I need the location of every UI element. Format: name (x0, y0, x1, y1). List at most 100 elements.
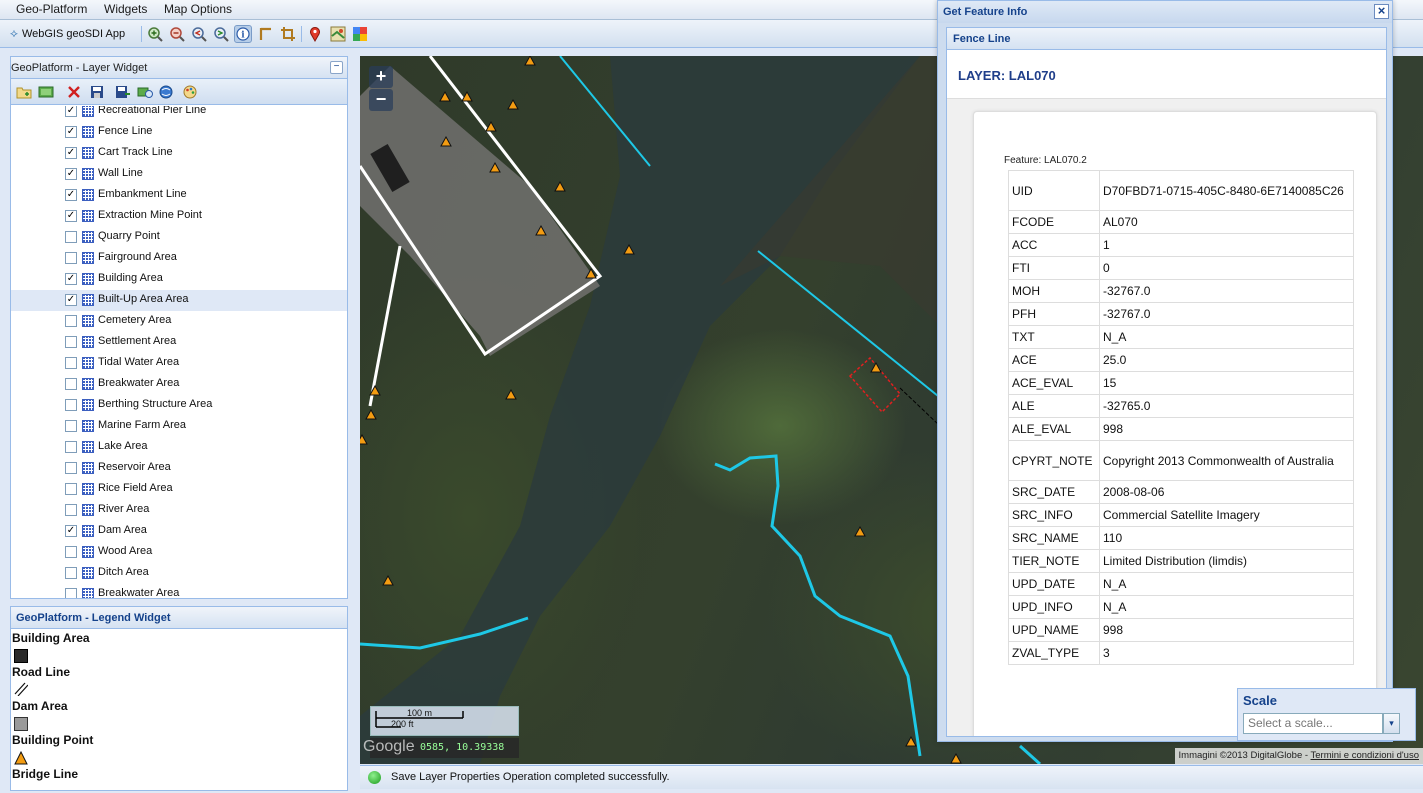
attribute-name: ACE_EVAL (1008, 371, 1100, 395)
layer-checkbox[interactable]: ✓ (65, 189, 77, 201)
app-title-label: WebGIS geoSDI App (21, 27, 126, 40)
river-line (714, 454, 922, 757)
menu-widgets[interactable]: Widgets (104, 2, 147, 16)
feature-info-scroll-area[interactable]: Feature: LAL070.2 UID D70FBD71-0715-405C-… (947, 98, 1386, 736)
layer-checkbox[interactable]: ✓ (65, 106, 77, 117)
layer-list[interactable]: ✓ Recreational Pier Line ✓ Fence Line ✓ Cart … (11, 106, 347, 598)
save-icon[interactable] (89, 84, 105, 100)
table-row: ACE 25.0 (1008, 348, 1354, 372)
info-icon[interactable]: i (234, 25, 252, 43)
attribute-value: 998 (1099, 618, 1354, 642)
zoom-in-icon[interactable] (146, 25, 164, 43)
layer-icon (82, 441, 94, 453)
layer-row[interactable]: ✓ Fence Line (11, 122, 347, 143)
wms-icon[interactable] (159, 84, 175, 100)
layer-row[interactable]: ✓ Extraction Mine Point (11, 206, 347, 227)
layer-row[interactable]: ✓ Embankment Line (11, 185, 347, 206)
layer-row[interactable]: ✓ Built-Up Area Area (11, 290, 347, 311)
layer-checkbox[interactable]: ✓ (65, 126, 77, 138)
layer-row[interactable]: Fairground Area (11, 248, 347, 269)
layer-row[interactable]: Lake Area (11, 437, 347, 458)
table-row: ACE_EVAL 15 (1008, 371, 1354, 395)
legend-double-line-icon (14, 682, 28, 696)
layer-checkbox[interactable] (65, 315, 77, 327)
layer-row[interactable]: Marine Farm Area (11, 416, 347, 437)
layer-checkbox[interactable]: ✓ (65, 294, 77, 306)
layer-row[interactable]: Reservoir Area (11, 458, 347, 479)
google-icon[interactable] (351, 25, 369, 43)
attribute-value: Limited Distribution (limdis) (1099, 549, 1354, 573)
layer-row[interactable]: ✓ Recreational Pier Line (11, 106, 347, 122)
app-title[interactable]: ⟡ WebGIS geoSDI App (10, 26, 125, 41)
layer-checkbox[interactable] (65, 252, 77, 264)
layer-row[interactable]: ✓ Cart Track Line (11, 143, 347, 164)
layer-icon (82, 252, 94, 264)
layer-row[interactable]: Rice Field Area (11, 479, 347, 500)
zoom-out-button[interactable]: − (369, 89, 393, 111)
layer-checkbox[interactable] (65, 336, 77, 348)
add-folder-icon[interactable] (16, 84, 32, 100)
layer-checkbox[interactable] (65, 378, 77, 390)
layer-checkbox[interactable] (65, 483, 77, 495)
toolbar-separator (141, 26, 142, 42)
layer-checkbox[interactable] (65, 420, 77, 432)
delete-icon[interactable] (66, 84, 82, 100)
layer-label: Settlement Area (98, 335, 177, 347)
terms-link[interactable]: Termini e condizioni d'uso (1311, 750, 1419, 761)
table-row: UPD_INFO N_A (1008, 595, 1354, 619)
boundary-line (368, 245, 402, 407)
layer-checkbox[interactable]: ✓ (65, 273, 77, 285)
zoom-previous-icon[interactable] (190, 25, 208, 43)
layer-row[interactable]: Breakwater Area (11, 584, 347, 598)
attribute-name: SRC_DATE (1008, 480, 1100, 504)
layer-row[interactable]: Tidal Water Area (11, 353, 347, 374)
crop-icon[interactable] (279, 25, 297, 43)
layer-row[interactable]: Breakwater Area (11, 374, 347, 395)
add-layer-icon[interactable] (38, 84, 54, 100)
attribute-value: 3 (1099, 641, 1354, 665)
layer-checkbox[interactable] (65, 399, 77, 411)
attribute-name: PFH (1008, 302, 1100, 326)
tab-fence-line[interactable]: Fence Line (947, 28, 1386, 50)
map-icon[interactable] (329, 25, 347, 43)
zoom-in-button[interactable]: + (369, 66, 393, 88)
layer-checkbox[interactable] (65, 441, 77, 453)
layer-checkbox[interactable]: ✓ (65, 525, 77, 537)
menu-map-options[interactable]: Map Options (164, 2, 232, 16)
layer-row[interactable]: ✓ Dam Area (11, 521, 347, 542)
layer-checkbox[interactable] (65, 546, 77, 558)
zoom-out-icon[interactable] (168, 25, 186, 43)
layer-row[interactable]: Wood Area (11, 542, 347, 563)
layer-checkbox[interactable]: ✓ (65, 210, 77, 222)
layer-row[interactable]: Quarry Point (11, 227, 347, 248)
layer-row[interactable]: Ditch Area (11, 563, 347, 584)
collapse-layer-widget-button[interactable]: − (330, 61, 343, 74)
measure-icon[interactable] (257, 25, 275, 43)
layer-checkbox[interactable] (65, 462, 77, 474)
chevron-down-icon[interactable]: ▾ (1383, 713, 1400, 734)
layer-checkbox[interactable] (65, 567, 77, 579)
style-icon[interactable] (182, 84, 198, 100)
layer-checkbox[interactable]: ✓ (65, 147, 77, 159)
layer-label: Fence Line (98, 125, 153, 137)
layer-row[interactable]: ✓ Building Area (11, 269, 347, 290)
table-row: UPD_DATE N_A (1008, 572, 1354, 596)
layer-row[interactable]: Settlement Area (11, 332, 347, 353)
zoom-next-icon[interactable] (212, 25, 230, 43)
close-button[interactable]: × (1374, 4, 1389, 19)
refresh-layers-icon[interactable] (137, 84, 153, 100)
layer-checkbox[interactable]: ✓ (65, 168, 77, 180)
layer-row[interactable]: River Area (11, 500, 347, 521)
menu-geo-platform[interactable]: Geo-Platform (16, 2, 87, 16)
layer-row[interactable]: Cemetery Area (11, 311, 347, 332)
layer-checkbox[interactable] (65, 588, 77, 598)
layer-checkbox[interactable] (65, 231, 77, 243)
marker-icon[interactable] (306, 25, 324, 43)
layer-checkbox[interactable] (65, 357, 77, 369)
layer-row[interactable]: ✓ Wall Line (11, 164, 347, 185)
scale-select[interactable]: Select a scale... (1243, 713, 1383, 734)
layer-row[interactable]: Berthing Structure Area (11, 395, 347, 416)
feature-info-title[interactable]: Get Feature Info (938, 1, 1392, 23)
layer-checkbox[interactable] (65, 504, 77, 516)
export-icon[interactable] (115, 84, 131, 100)
